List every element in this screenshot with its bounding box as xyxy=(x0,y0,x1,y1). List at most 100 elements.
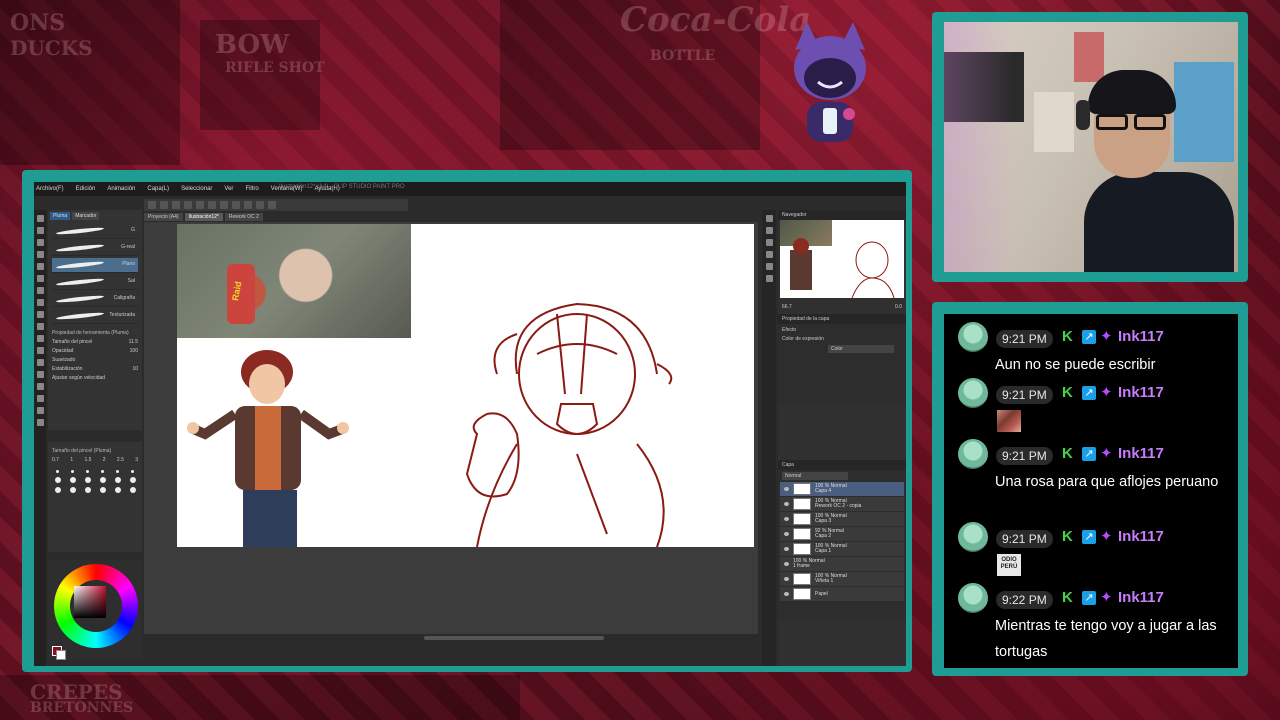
size-value[interactable]: 1.5 xyxy=(84,457,91,463)
size-preset[interactable] xyxy=(56,470,59,473)
deselect-icon[interactable] xyxy=(232,201,240,209)
size-preset[interactable] xyxy=(84,487,91,493)
size-preset[interactable] xyxy=(131,470,134,473)
size-value[interactable]: 2.5 xyxy=(117,457,124,463)
prop-brush-size[interactable]: Tamaño del pincel 11.5 xyxy=(52,339,138,345)
undo-icon[interactable] xyxy=(184,201,192,209)
saturation-value-box[interactable] xyxy=(74,586,106,618)
ruler-icon[interactable] xyxy=(268,201,276,209)
layer-icon[interactable] xyxy=(765,275,773,282)
size-preset[interactable] xyxy=(99,477,106,483)
size-preset[interactable] xyxy=(114,477,121,483)
size-preset[interactable] xyxy=(129,477,136,483)
selection-tool-icon[interactable] xyxy=(36,251,44,258)
paper-layer-row[interactable]: Papel xyxy=(780,587,904,601)
tab-ilustracion12[interactable]: Ilustración12* xyxy=(184,213,223,221)
tab-pluma[interactable]: Pluma xyxy=(50,212,71,220)
operation-tool-icon[interactable] xyxy=(36,239,44,246)
tab-marcador[interactable]: Marcador xyxy=(72,212,100,220)
blend-mode-select[interactable]: Normal xyxy=(782,472,848,480)
eye-icon[interactable] xyxy=(784,577,789,581)
layer-folder-row[interactable]: 100 % Normal 1 frame xyxy=(780,557,904,571)
eye-icon[interactable] xyxy=(784,517,789,521)
brush-item[interactable]: G xyxy=(52,224,138,239)
eye-icon[interactable] xyxy=(784,502,789,506)
search-icon[interactable] xyxy=(765,263,773,270)
prop-stabilization[interactable]: Estabilización 10 xyxy=(52,366,138,372)
gradient-tool-icon[interactable] xyxy=(36,371,44,378)
expression-color-select[interactable]: Color xyxy=(828,345,894,353)
pen-tool-icon[interactable] xyxy=(36,287,44,294)
eyedropper-tool-icon[interactable] xyxy=(36,275,44,282)
brush-item[interactable]: Sal xyxy=(52,275,138,290)
new-icon[interactable] xyxy=(148,201,156,209)
eye-icon[interactable] xyxy=(784,592,789,596)
size-preset[interactable] xyxy=(54,487,61,493)
eye-icon[interactable] xyxy=(784,547,789,551)
layer-property-icon[interactable] xyxy=(765,227,773,234)
figure-tool-icon[interactable] xyxy=(36,383,44,390)
transform-icon[interactable] xyxy=(220,201,228,209)
brush-item-selected[interactable]: Plano xyxy=(52,258,138,273)
eye-icon[interactable] xyxy=(784,562,789,566)
prop-speed-adjust[interactable]: Ajustar según velocidad xyxy=(52,375,138,381)
open-icon[interactable] xyxy=(160,201,168,209)
brush-tool-icon[interactable] xyxy=(36,311,44,318)
navigator-icon[interactable] xyxy=(765,215,773,222)
size-preset[interactable] xyxy=(101,470,104,473)
invert-icon[interactable] xyxy=(244,201,252,209)
tab-rework-oc2[interactable]: Rework OC 2 xyxy=(224,213,263,221)
size-preset[interactable] xyxy=(69,487,76,493)
navigator-preview[interactable] xyxy=(780,220,904,298)
menu-edicion[interactable]: Edición xyxy=(76,186,96,192)
size-preset[interactable] xyxy=(84,477,91,483)
eye-icon[interactable] xyxy=(784,532,789,536)
layer-row[interactable]: 100 % Normal Capa 4 xyxy=(780,482,904,496)
layer-row[interactable]: 92 % Normal Capa 2 xyxy=(780,527,904,541)
snap-icon[interactable] xyxy=(256,201,264,209)
menu-ver[interactable]: Ver xyxy=(224,186,233,192)
menu-filtro[interactable]: Filtro xyxy=(245,186,258,192)
brush-item[interactable]: Texturizada xyxy=(52,309,138,324)
menu-capa[interactable]: Capa(L) xyxy=(147,186,169,192)
layer-row[interactable]: 100 % Normal Rework OC 2 - copia xyxy=(780,497,904,511)
layer-row[interactable]: 100 % Normal Capa 1 xyxy=(780,542,904,556)
airbrush-tool-icon[interactable] xyxy=(36,323,44,330)
brush-item[interactable]: Caligrafía xyxy=(52,292,138,307)
zoom-value[interactable]: 66.7 xyxy=(782,304,792,310)
size-preset[interactable] xyxy=(116,470,119,473)
lasso-tool-icon[interactable] xyxy=(36,263,44,270)
eraser-tool-icon[interactable] xyxy=(36,335,44,342)
pencil-tool-icon[interactable] xyxy=(36,299,44,306)
move-tool-icon[interactable] xyxy=(36,227,44,234)
size-preset[interactable] xyxy=(71,470,74,473)
background-color-swatch[interactable] xyxy=(56,650,66,660)
balloon-tool-icon[interactable] xyxy=(36,407,44,414)
blend-tool-icon[interactable] xyxy=(36,347,44,354)
brush-item[interactable]: G-real xyxy=(52,241,138,256)
prop-smoothing[interactable]: Suavizado xyxy=(52,357,138,363)
history-icon[interactable] xyxy=(765,239,773,246)
size-value[interactable]: 0.7 xyxy=(52,457,59,463)
size-value[interactable]: 1 xyxy=(70,457,73,463)
text-tool-icon[interactable] xyxy=(36,395,44,402)
save-icon[interactable] xyxy=(172,201,180,209)
tab-proyecto[interactable]: Proyecto (A4) xyxy=(144,213,183,221)
drawing-canvas[interactable]: Raid xyxy=(177,224,754,547)
size-preset[interactable] xyxy=(129,487,136,493)
clear-icon[interactable] xyxy=(208,201,216,209)
layer-row[interactable]: 100 % Normal Capa 3 xyxy=(780,512,904,526)
menu-seleccionar[interactable]: Seleccionar xyxy=(181,186,212,192)
size-preset[interactable] xyxy=(54,477,61,483)
layer-row[interactable]: 100 % Normal Viñeta 1 xyxy=(780,572,904,586)
size-value[interactable]: 3 xyxy=(135,457,138,463)
size-preset[interactable] xyxy=(86,470,89,473)
zoom-tool-icon[interactable] xyxy=(36,215,44,222)
menu-animacion[interactable]: Animación xyxy=(107,186,135,192)
horizontal-scrollbar[interactable] xyxy=(424,636,604,640)
size-preset[interactable] xyxy=(69,477,76,483)
size-value[interactable]: 2 xyxy=(103,457,106,463)
fill-tool-icon[interactable] xyxy=(36,359,44,366)
redo-icon[interactable] xyxy=(196,201,204,209)
correct-line-tool-icon[interactable] xyxy=(36,419,44,426)
